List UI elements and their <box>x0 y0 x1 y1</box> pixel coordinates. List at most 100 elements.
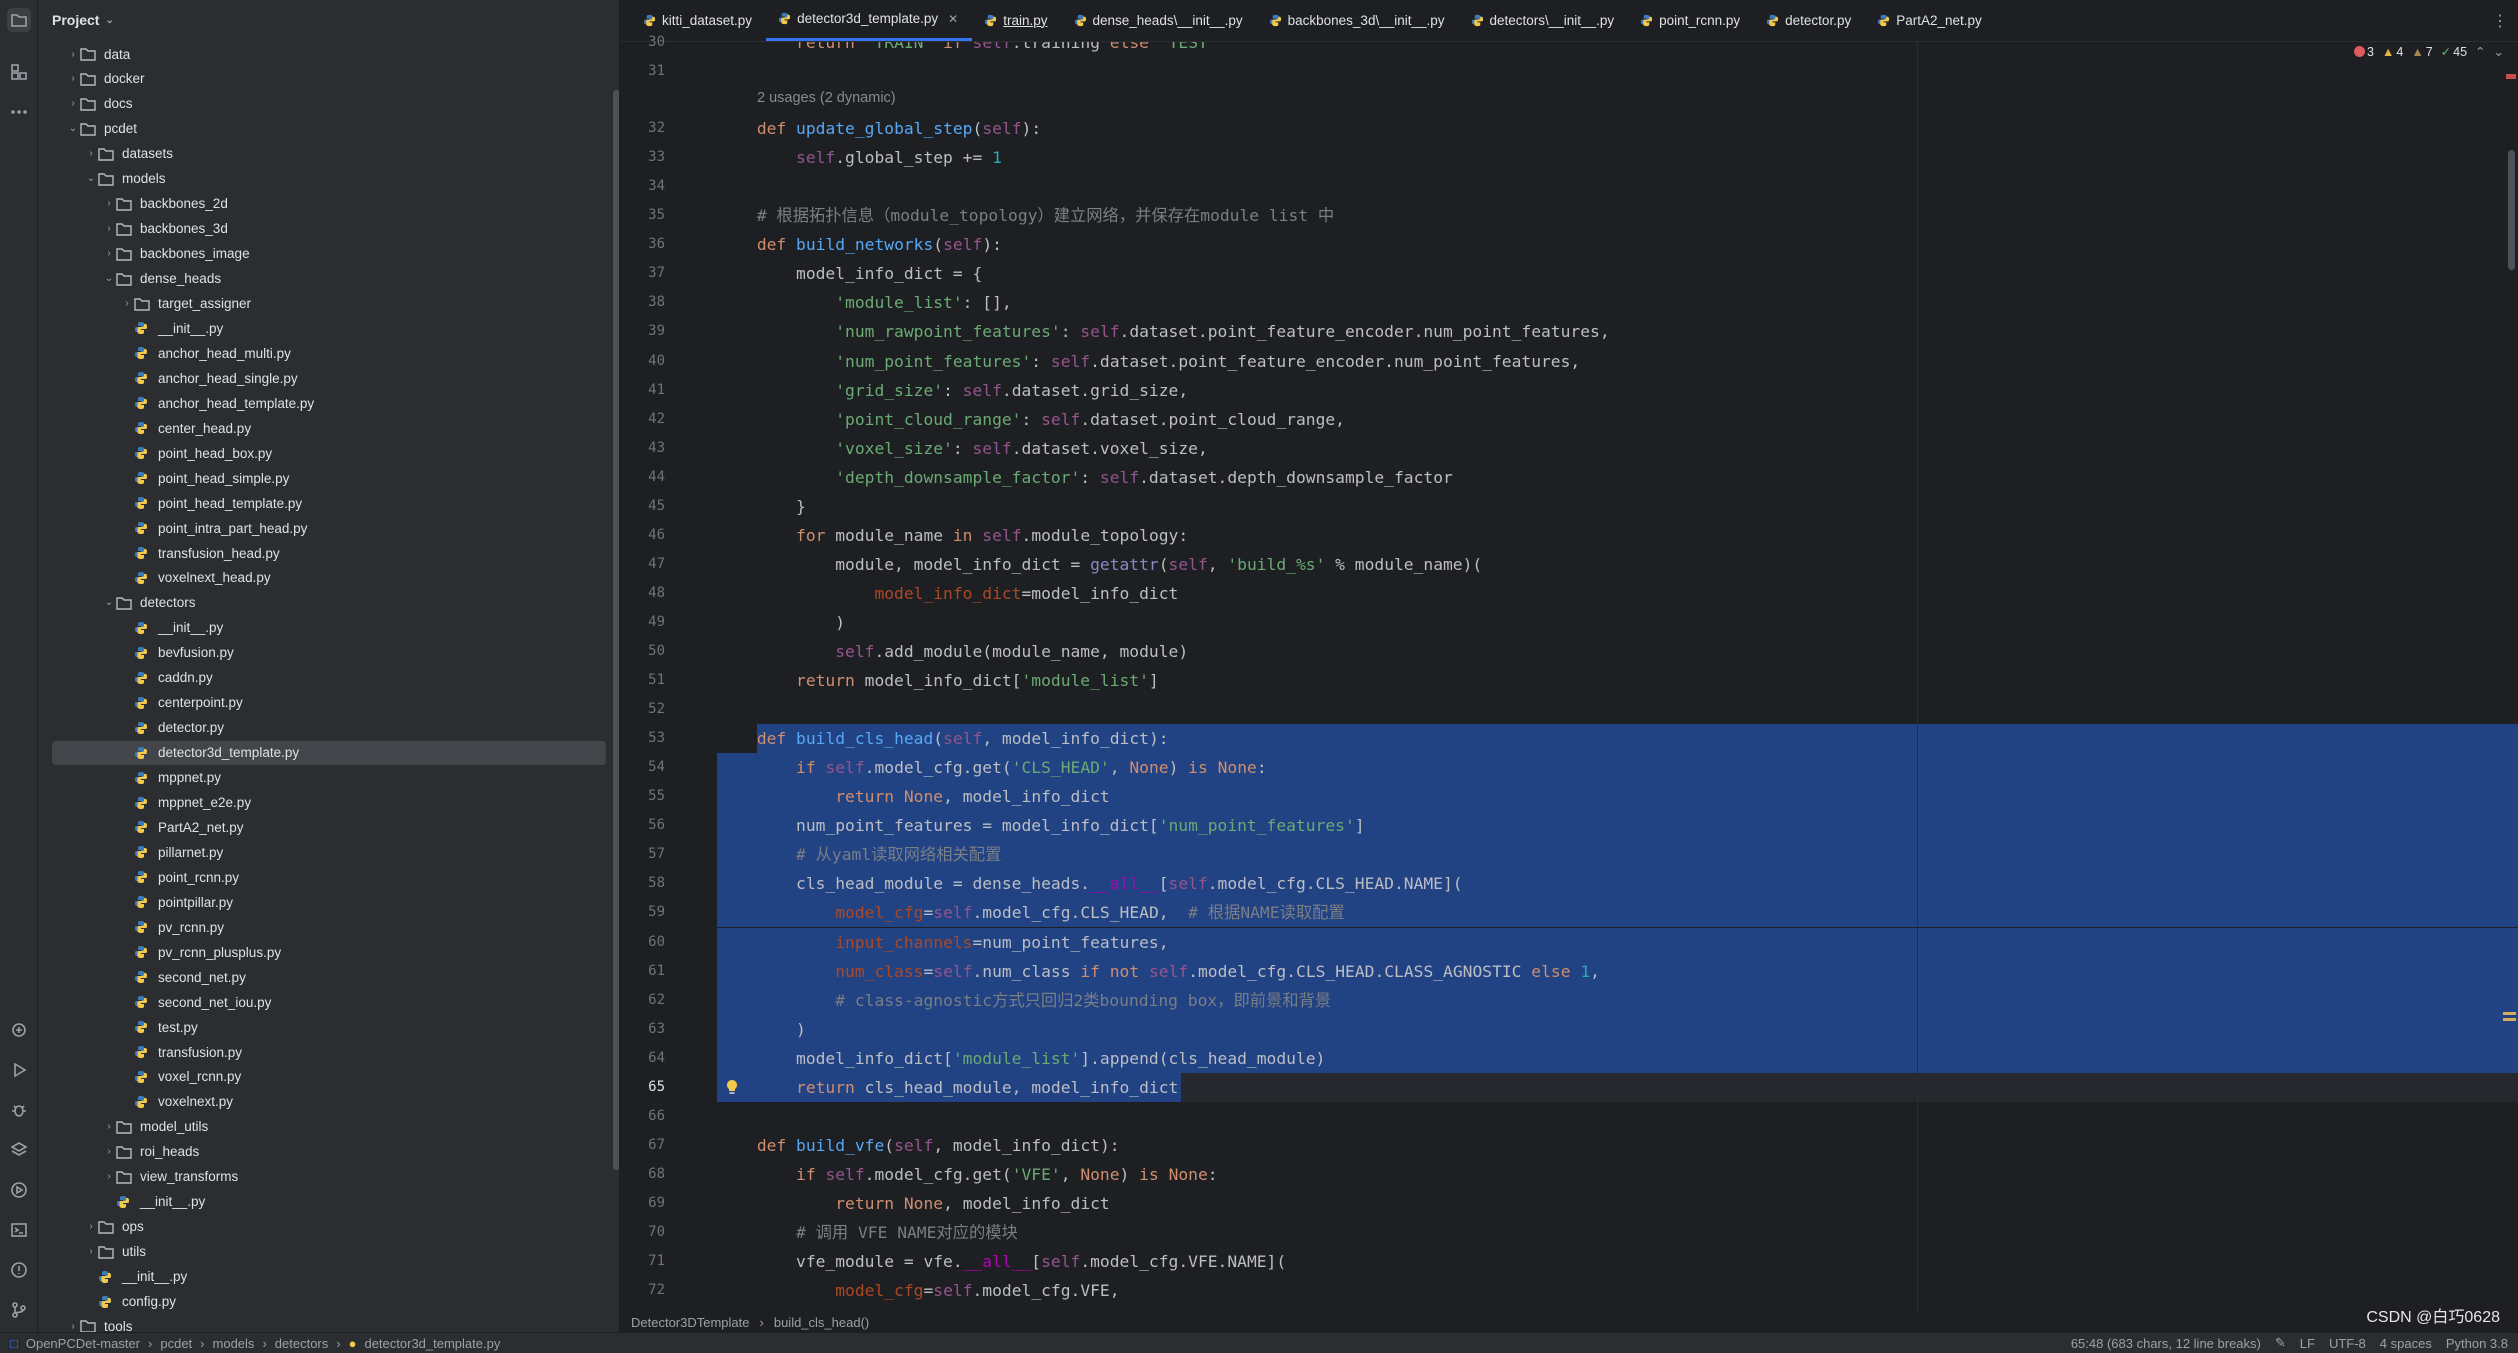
line-number[interactable]: 59 <box>625 904 665 920</box>
line-number[interactable]: 45 <box>625 498 665 514</box>
tree-file[interactable]: detector3d_template.py <box>52 740 606 765</box>
editor-tab[interactable]: dense_heads\__init__.py <box>1062 0 1257 41</box>
line-number[interactable]: 55 <box>625 788 665 804</box>
tree-folder[interactable]: › roi_heads <box>38 1140 608 1164</box>
line-number[interactable]: 48 <box>625 585 665 601</box>
usages-hint[interactable]: 2 usages (2 dynamic) <box>757 90 896 106</box>
code-line[interactable]: for module_name in self.module_topology: <box>718 521 1188 550</box>
run-icon[interactable] <box>7 1058 31 1082</box>
line-number[interactable]: 60 <box>625 934 665 950</box>
line-number[interactable]: 61 <box>625 963 665 979</box>
tree-folder[interactable]: ⌄ dense_heads <box>38 267 608 291</box>
line-number[interactable]: 71 <box>625 1253 665 1269</box>
code-line[interactable]: 'grid_size': self.dataset.grid_size, <box>718 376 1188 405</box>
code-line[interactable]: cls_head_module = dense_heads.__all__[se… <box>718 869 1463 898</box>
tree-folder[interactable]: ⌄ detectors <box>38 591 608 615</box>
code-line[interactable]: model_info_dict['module_list'].append(cl… <box>718 1044 1325 1073</box>
code-line[interactable]: ) <box>718 608 845 637</box>
code-line[interactable]: # 从yaml读取网络相关配置 <box>718 840 1001 869</box>
chevron-down-icon[interactable]: ⌄ <box>102 597 116 608</box>
error-marker[interactable] <box>2506 74 2516 79</box>
line-number[interactable]: 57 <box>625 846 665 862</box>
line-number[interactable]: 37 <box>625 265 665 281</box>
tree-folder[interactable]: › utils <box>38 1240 608 1264</box>
editor-tab[interactable]: detector3d_template.py ✕ <box>766 0 973 41</box>
code-line[interactable]: input_channels=num_point_features, <box>718 928 1168 957</box>
file-encoding[interactable]: UTF-8 <box>2329 1336 2366 1351</box>
chevron-down-icon[interactable]: ⌄ <box>102 273 116 284</box>
line-number[interactable]: 34 <box>625 178 665 194</box>
tree-file[interactable]: anchor_head_template.py <box>38 391 608 415</box>
editor-tab[interactable]: point_rcnn.py <box>1628 0 1754 41</box>
line-number[interactable]: 65 <box>625 1079 665 1095</box>
line-separator[interactable]: LF <box>2300 1336 2315 1351</box>
tree-file[interactable]: detector.py <box>38 716 608 740</box>
tree-file[interactable]: __init__.py <box>38 616 608 640</box>
tree-folder[interactable]: › tools <box>38 1314 608 1332</box>
code-line[interactable]: 'num_rawpoint_features': self.dataset.po… <box>718 317 1609 346</box>
warning-marker[interactable] <box>2503 1012 2516 1015</box>
code-line[interactable]: return None, model_info_dict <box>718 782 1110 811</box>
indent-setting[interactable]: 4 spaces <box>2380 1336 2432 1351</box>
line-number[interactable]: 50 <box>625 643 665 659</box>
tree-file[interactable]: second_net_iou.py <box>38 990 608 1014</box>
chevron-right-icon[interactable]: › <box>102 1171 116 1182</box>
tree-folder[interactable]: › backbones_3d <box>38 217 608 241</box>
tree-file[interactable]: centerpoint.py <box>38 691 608 715</box>
tree-folder[interactable]: ⌄ pcdet <box>38 117 608 141</box>
line-number[interactable]: 51 <box>625 672 665 688</box>
line-number[interactable]: 68 <box>625 1166 665 1182</box>
status-path-segment[interactable]: models <box>213 1336 255 1351</box>
chevron-right-icon[interactable]: › <box>102 248 116 259</box>
line-number[interactable]: 35 <box>625 207 665 223</box>
code-line[interactable]: 'module_list': [], <box>718 288 1011 317</box>
code-line[interactable]: return cls_head_module, model_info_dict <box>718 1073 1178 1102</box>
line-number[interactable]: 33 <box>625 149 665 165</box>
tree-file[interactable]: mppnet.py <box>38 766 608 790</box>
chevron-right-icon[interactable]: › <box>102 1121 116 1132</box>
editor-scrollbar[interactable] <box>2508 150 2515 270</box>
tree-file[interactable]: test.py <box>38 1015 608 1039</box>
line-number[interactable]: 39 <box>625 323 665 339</box>
layers-icon[interactable] <box>7 1138 31 1162</box>
code-line[interactable]: def build_cls_head(self, model_info_dict… <box>718 724 1169 753</box>
line-number[interactable]: 30 <box>625 34 665 50</box>
line-number[interactable]: 31 <box>625 63 665 79</box>
tree-file[interactable]: config.py <box>38 1290 608 1314</box>
tree-folder[interactable]: › docs <box>38 92 608 116</box>
tabs-more-icon[interactable]: ⋮ <box>2492 11 2508 31</box>
tree-file[interactable]: pv_rcnn_plusplus.py <box>38 940 608 964</box>
status-path-segment[interactable]: detectors <box>275 1336 328 1351</box>
tree-file[interactable]: anchor_head_single.py <box>38 366 608 390</box>
tree-file[interactable]: pv_rcnn.py <box>38 915 608 939</box>
tree-file[interactable]: point_head_simple.py <box>38 466 608 490</box>
code-line[interactable]: self.add_module(module_name, module) <box>718 637 1188 666</box>
editor-tab[interactable]: PartA2_net.py <box>1865 0 1996 41</box>
tree-folder[interactable]: › view_transforms <box>38 1165 608 1189</box>
editor-tab[interactable]: detectors\__init__.py <box>1459 0 1629 41</box>
tree-folder[interactable]: › docker <box>38 67 608 91</box>
terminal-icon[interactable] <box>7 1218 31 1242</box>
code-line[interactable]: num_class=self.num_class if not self.mod… <box>718 957 1600 986</box>
tree-file[interactable]: point_rcnn.py <box>38 865 608 889</box>
line-number[interactable]: 66 <box>625 1108 665 1124</box>
tree-file[interactable]: point_intra_part_head.py <box>38 516 608 540</box>
more-icon[interactable] <box>7 100 31 124</box>
tree-file[interactable]: __init__.py <box>38 316 608 340</box>
code-line[interactable]: ) <box>718 1015 806 1044</box>
line-number[interactable]: 56 <box>625 817 665 833</box>
tree-folder[interactable]: › backbones_image <box>38 242 608 266</box>
code-line[interactable]: 'num_point_features': self.dataset.point… <box>718 347 1580 376</box>
code-line[interactable]: 'depth_downsample_factor': self.dataset.… <box>718 463 1453 492</box>
code-line[interactable]: module, model_info_dict = getattr(self, … <box>718 550 1482 579</box>
code-line[interactable]: model_cfg=self.model_cfg.CLS_HEAD, # 根据N… <box>718 898 1344 927</box>
tree-file[interactable]: center_head.py <box>38 416 608 440</box>
tree-file[interactable]: second_net.py <box>38 965 608 989</box>
tree-folder[interactable]: › datasets <box>38 142 608 166</box>
code-line[interactable]: model_info_dict=model_info_dict <box>718 579 1178 608</box>
line-number[interactable]: 70 <box>625 1224 665 1240</box>
line-number[interactable]: 58 <box>625 875 665 891</box>
tree-file[interactable]: point_head_box.py <box>38 441 608 465</box>
line-number[interactable]: 67 <box>625 1137 665 1153</box>
debug-icon[interactable] <box>7 1098 31 1122</box>
